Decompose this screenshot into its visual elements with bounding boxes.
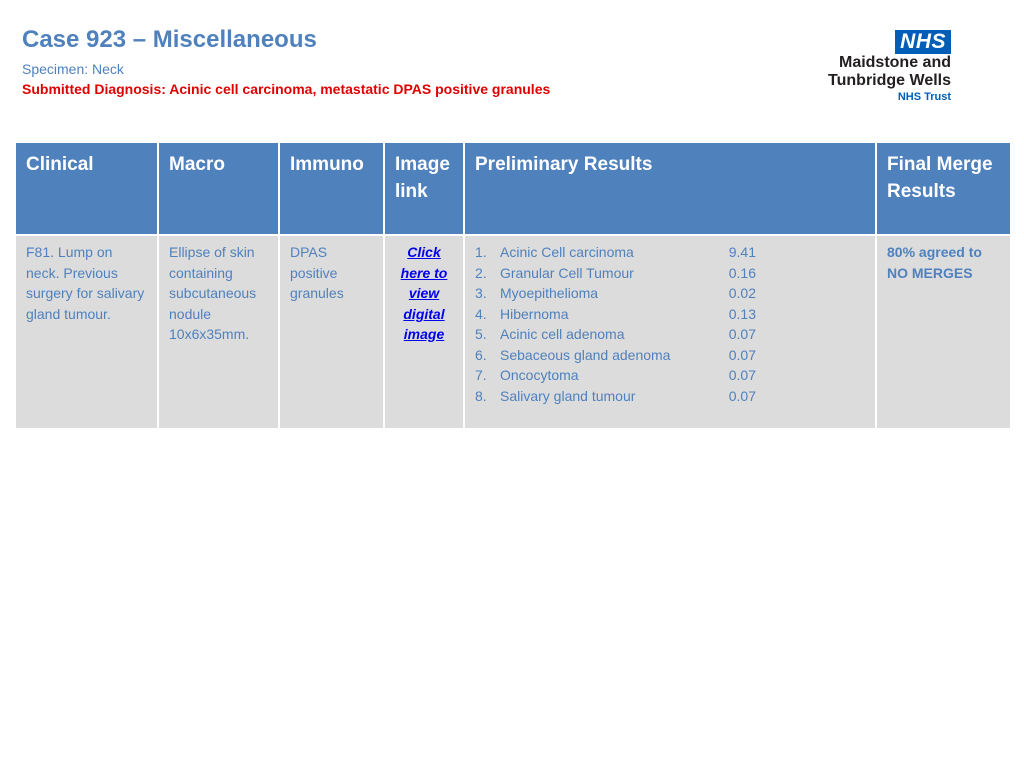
item-score: 0.07 <box>728 326 756 342</box>
specimen-label: Specimen: Neck <box>22 61 124 77</box>
macro-cell: Ellipse of skin containing subcutaneous … <box>157 234 280 430</box>
preliminary-results-cell: 1. Acinic Cell carcinoma 9.41 2. Granular C… <box>463 234 877 430</box>
item-number: 7. <box>475 367 487 383</box>
header-preliminary-results: Preliminary Results <box>463 141 877 236</box>
item-diagnosis: Sebaceous gland adenoma <box>500 346 671 363</box>
item-number: 2. <box>475 264 487 281</box>
item-number: 8. <box>475 387 487 404</box>
table-header-row: Clinical Macro Immuno Image link Prelimi… <box>14 141 1012 236</box>
logo-line-2: Tunbridge Wells <box>828 72 951 89</box>
submitted-diagnosis: Submitted Diagnosis: Acinic cell carcino… <box>22 81 551 97</box>
item-score: 0.16 <box>728 264 756 281</box>
list-item: 6. Sebaceous gland adenoma 0.07 <box>475 345 865 366</box>
item-score: 0.13 <box>728 305 756 322</box>
list-item: 1. Acinic Cell carcinoma 9.41 <box>475 242 865 263</box>
item-number: 6. <box>475 346 487 363</box>
list-item: 5. Acinic cell adenoma 0.07 <box>475 324 865 345</box>
table-row: F81. Lump on neck. Previous surgery for … <box>14 234 1012 430</box>
item-diagnosis: Myoepithelioma <box>500 285 599 301</box>
digital-image-link[interactable]: Click here to view digital image <box>401 244 448 342</box>
item-diagnosis: Acinic cell adenoma <box>500 326 625 342</box>
header-clinical: Clinical <box>14 141 159 236</box>
logo-line-3: NHS Trust <box>897 91 951 103</box>
item-diagnosis: Hibernoma <box>500 305 569 322</box>
item-diagnosis: Granular Cell Tumour <box>500 264 634 281</box>
item-number: 3. <box>475 285 487 301</box>
list-item: 3. Myoepithelioma 0.02 <box>475 283 865 304</box>
logo-line-1: Maidstone and <box>838 54 951 71</box>
list-item: 8. Salivary gland tumour 0.07 <box>475 386 865 407</box>
nhs-trust-logo: NHS Maidstone and Tunbridge Wells NHS Tr… <box>828 30 951 104</box>
item-diagnosis: Salivary gland tumour <box>500 387 636 404</box>
preliminary-results-list: 1. Acinic Cell carcinoma 9.41 2. Granular C… <box>475 242 865 406</box>
item-number: 4. <box>475 305 487 322</box>
nhs-badge: NHS <box>895 30 951 54</box>
results-table: Clinical Macro Immuno Image link Prelimi… <box>14 141 1012 430</box>
item-number: 1. <box>475 244 487 260</box>
final-merge-cell: 80% agreed to NO MERGES <box>875 234 1012 430</box>
item-diagnosis: Oncocytoma <box>500 367 579 383</box>
list-item: 2. Granular Cell Tumour 0.16 <box>475 263 865 284</box>
header-immuno: Immuno <box>278 141 385 236</box>
item-score: 0.07 <box>728 367 756 383</box>
item-score: 9.41 <box>728 244 756 260</box>
item-score: 0.02 <box>728 285 756 301</box>
header-image-link: Image link <box>383 141 465 236</box>
page-title: Case 923 – Miscellaneous <box>22 26 317 53</box>
item-number: 5. <box>475 326 487 342</box>
image-link-cell: Click here to view digital image <box>383 234 465 430</box>
header-final-merge-results: Final Merge Results <box>875 141 1012 236</box>
clinical-cell: F81. Lump on neck. Previous surgery for … <box>14 234 159 430</box>
item-diagnosis: Acinic Cell carcinoma <box>500 244 634 260</box>
header-macro: Macro <box>157 141 280 236</box>
item-score: 0.07 <box>728 346 756 363</box>
item-score: 0.07 <box>728 387 756 404</box>
list-item: 7. Oncocytoma 0.07 <box>475 365 865 386</box>
immuno-cell: DPAS positive granules <box>278 234 385 430</box>
list-item: 4. Hibernoma 0.13 <box>475 304 865 325</box>
